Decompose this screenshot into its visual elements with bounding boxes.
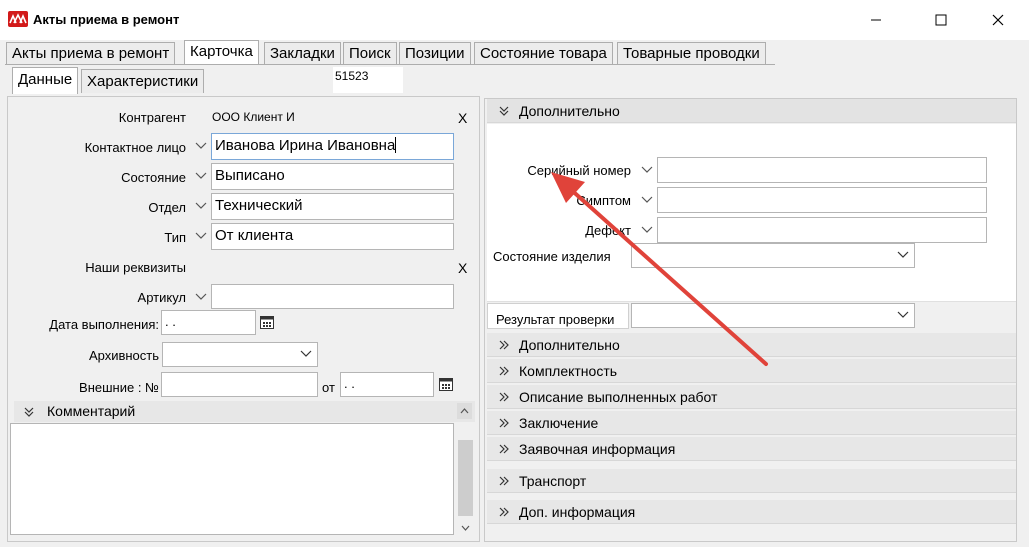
requisites-clear-button[interactable]: X [458,260,467,276]
group-header-extra-info[interactable]: Доп. информация [487,500,1016,524]
chevron-down-icon [897,311,909,318]
close-icon[interactable] [975,0,1021,40]
product-state-label: Состояние изделия [493,249,611,264]
tab-acts-list[interactable]: Акты приема в ремонт [6,42,176,64]
kontragent-label: Контрагент [118,110,186,125]
group-header-work-description[interactable]: Описание выполненных работ [487,385,1016,409]
archive-label: Архивность [88,348,159,363]
serial-field[interactable] [657,157,987,183]
serial-dropdown-icon[interactable] [638,157,656,183]
article-label: Артикул [137,290,186,305]
expand-chevron-icon [497,359,511,383]
group-header-completeness[interactable]: Комплектность [487,359,1016,383]
group-header-additional[interactable]: Дополнительно [487,333,1016,357]
tab-card[interactable]: Карточка [184,40,259,65]
type-label: Тип [164,230,186,245]
group-label: Дополнительно [519,103,620,119]
defect-label: Дефект [585,223,631,238]
comment-header[interactable]: Комментарий [14,401,475,422]
expand-chevron-icon [497,469,511,493]
chevron-down-icon [300,350,312,357]
external-date-field[interactable]: . . [340,372,434,397]
subtab-characteristics[interactable]: Характеристики [81,69,205,93]
collapse-chevron-icon [22,401,36,422]
symptom-dropdown-icon[interactable] [638,187,656,213]
subtab-data[interactable]: Данные [12,67,79,94]
product-state-select[interactable] [631,243,915,268]
contact-dropdown-icon[interactable] [192,133,210,159]
expand-chevron-icon [497,385,511,409]
group-header-conclusion[interactable]: Заключение [487,411,1016,435]
kontragent-clear-button[interactable]: X [458,110,467,126]
expand-chevron-icon [497,411,511,435]
maximize-icon[interactable] [918,0,964,40]
department-field[interactable]: Технический [211,193,454,220]
serial-label: Серийный номер [527,163,631,178]
expand-chevron-icon [497,333,511,357]
tab-product-state[interactable]: Состояние товара [474,42,613,64]
symptom-field[interactable] [657,187,987,213]
external-number-field[interactable] [161,372,318,397]
group-label: Дополнительно [519,337,620,353]
expand-chevron-icon [497,500,511,524]
archive-select[interactable] [162,342,318,367]
kontragent-value: ООО Клиент И [212,110,295,124]
record-number: 51523 [333,67,403,93]
scrollbar-thumb[interactable] [458,440,473,516]
tab-divider [5,64,775,65]
calendar-icon[interactable] [439,377,453,391]
state-dropdown-icon[interactable] [192,163,210,189]
comment-textarea[interactable] [10,423,454,535]
state-field[interactable]: Выписано [211,163,454,190]
type-dropdown-icon[interactable] [192,223,210,249]
comment-label: Комментарий [47,403,136,419]
group-header-transport[interactable]: Транспорт [487,469,1016,493]
chevron-down-icon [897,251,909,258]
external-label: Внешние : № [79,380,159,395]
group-header-additional-top[interactable]: Дополнительно [487,99,1016,123]
contact-value: Иванова Ирина Ивановна [215,137,396,154]
collapse-chevron-icon [497,99,511,123]
requisites-label: Наши реквизиты [85,260,186,275]
group-label: Описание выполненных работ [519,389,718,405]
symptom-label: Симптом [576,193,631,208]
department-label: Отдел [148,200,186,215]
calendar-icon[interactable] [260,315,274,329]
external-from-label: от [322,380,335,395]
expand-chevron-icon [497,437,511,461]
check-result-label-box: Результат проверки [487,303,629,329]
state-label: Состояние [121,170,186,185]
group-label: Транспорт [519,473,587,489]
type-field[interactable]: От клиента [211,223,454,250]
app-logo-icon[interactable] [8,11,28,27]
due-date-field[interactable]: . . [161,310,256,335]
tab-product-postings[interactable]: Товарные проводки [617,42,766,64]
group-label: Доп. информация [519,504,636,520]
comment-scrollbar[interactable] [456,423,475,535]
window-title: Акты приема в ремонт [33,12,180,27]
article-dropdown-icon[interactable] [192,284,210,310]
minimize-icon[interactable] [853,0,899,40]
contact-field[interactable]: Иванова Ирина Ивановна [211,133,454,160]
tab-search[interactable]: Поиск [343,42,397,64]
scroll-down-icon [461,525,470,531]
contact-label: Контактное лицо [84,140,186,155]
additional-group-body [487,124,1016,302]
check-result-select[interactable] [631,303,915,328]
scroll-up-icon[interactable] [457,403,472,419]
defect-field[interactable] [657,217,987,243]
tab-positions[interactable]: Позиции [399,42,471,64]
due-date-label: Дата выполнения: [49,317,159,332]
department-dropdown-icon[interactable] [192,193,210,219]
article-field[interactable] [211,284,454,309]
tab-bookmarks[interactable]: Закладки [264,42,341,64]
group-label: Заявочная информация [519,441,676,457]
group-label: Заключение [519,415,599,431]
group-header-request-info[interactable]: Заявочная информация [487,437,1016,461]
defect-dropdown-icon[interactable] [638,217,656,243]
check-result-label: Результат проверки [496,312,615,327]
group-label: Комплектность [519,363,618,379]
